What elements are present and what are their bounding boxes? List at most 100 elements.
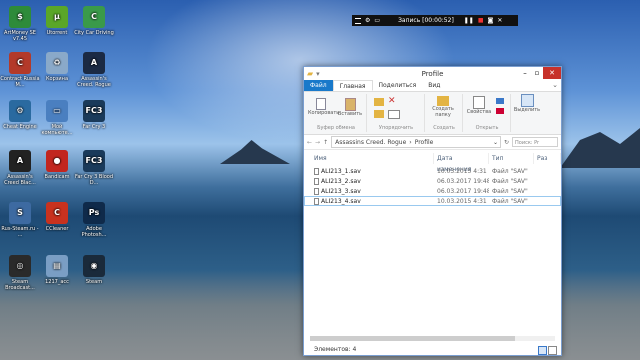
desktop-shortcut-label: Far Cry 3 Blood D...	[74, 174, 114, 186]
copy-to-icon[interactable]	[374, 110, 384, 118]
address-bar[interactable]: Assassins Creed. Rogue › Profile ⌄	[331, 136, 501, 148]
desktop-shortcut[interactable]: µ Utorrent	[37, 6, 77, 36]
copy-label: Копировать	[308, 110, 340, 116]
horizontal-scrollbar[interactable]	[310, 336, 555, 341]
new-folder-button[interactable]: Создать папку	[428, 96, 458, 118]
desktop-shortcut[interactable]: FC3 Far Cry 3 Blood D...	[74, 150, 114, 186]
properties-label: Свойства	[466, 109, 492, 115]
desktop-shortcut[interactable]: $ ArtMoney SE v7.45	[0, 6, 40, 42]
folder-1217-icon: ▤	[46, 255, 68, 277]
properties-icon	[473, 96, 485, 109]
window-icon[interactable]: ▭	[374, 17, 380, 24]
stop-icon[interactable]: ■	[478, 17, 484, 24]
file-name-cell: ALI213_3.sav	[304, 187, 434, 195]
file-type: Файл "SAV"	[492, 197, 528, 205]
column-size[interactable]: Раз	[534, 153, 561, 164]
file-type: Файл "SAV"	[492, 167, 528, 175]
desktop-shortcut[interactable]: Ps Adobe Photosh...	[74, 202, 114, 238]
copy-button[interactable]: Копировать	[308, 98, 339, 116]
file-row[interactable]: ALI213_2.sav 06.03.2017 19:48 Файл "SAV"	[304, 176, 561, 186]
close-button[interactable]: ✕	[543, 67, 561, 79]
delete-icon[interactable]: ✕	[388, 96, 396, 106]
column-name[interactable]: Имя	[304, 153, 434, 164]
desktop-shortcut[interactable]: ♻ Корзина	[37, 52, 77, 82]
tab-home[interactable]: Главная	[332, 80, 373, 91]
pause-icon[interactable]: ❚❚	[464, 17, 474, 24]
tab-view[interactable]: Вид	[422, 80, 446, 91]
desktop-shortcut[interactable]: A Assassin's Creed. Rogue	[74, 52, 114, 88]
desktop-shortcut[interactable]: ◎ Steam Broadcast...	[0, 255, 40, 291]
column-type[interactable]: Тип	[489, 153, 534, 164]
new-folder-icon	[437, 96, 449, 106]
clipboard-group-label: Буфер обмена	[317, 125, 355, 131]
file-date: 10.03.2015 4:31	[437, 167, 487, 175]
create-group-label: Создать	[433, 125, 455, 131]
back-icon[interactable]: ←	[307, 139, 312, 146]
file-row[interactable]: ALI213_1.sav 10.03.2015 4:31 Файл "SAV"	[304, 166, 561, 176]
desktop-shortcut[interactable]: ⚙ Cheat Engine	[0, 100, 40, 130]
select-label: Выделить	[513, 107, 541, 113]
file-row[interactable]: ALI213_3.sav 06.03.2017 19:48 Файл "SAV"	[304, 186, 561, 196]
desktop-shortcut[interactable]: ▭ Мой компьюте...	[37, 100, 77, 136]
rename-icon[interactable]	[388, 110, 400, 119]
scrollbar-thumb[interactable]	[310, 336, 515, 341]
ribbon-expand-icon[interactable]: ⌄	[552, 80, 561, 91]
utorrent-icon: µ	[46, 6, 68, 28]
address-row: ← → ↑ Assassins Creed. Rogue › Profile ⌄…	[304, 135, 561, 150]
select-button[interactable]: Выделить	[512, 94, 542, 113]
desktop-shortcut-label: Cheat Engine	[3, 124, 37, 130]
move-to-icon[interactable]	[374, 98, 384, 106]
settings-icon[interactable]: ⚙	[365, 17, 370, 24]
desktop-shortcut-label: ArtMoney SE v7.45	[4, 30, 36, 42]
open-icon[interactable]	[496, 98, 504, 104]
steam-icon: ◉	[83, 255, 105, 277]
desktop-shortcut[interactable]: C City Car Driving	[74, 6, 114, 36]
open-group-label: Открыть	[475, 125, 499, 131]
menu-icon[interactable]	[355, 17, 361, 24]
up-icon[interactable]: ↑	[323, 139, 328, 146]
edit-icon[interactable]	[496, 108, 504, 114]
paste-button[interactable]: Вставить	[336, 98, 364, 117]
paste-label: Вставить	[337, 111, 363, 117]
refresh-icon[interactable]: ↻	[504, 139, 509, 146]
desktop-shortcut-label: Корзина	[45, 76, 69, 82]
desktop-shortcut-label: Steam Broadcast...	[5, 279, 35, 291]
desktop-shortcut[interactable]: ◉ Steam	[74, 255, 114, 285]
close-icon[interactable]: ✕	[497, 17, 502, 24]
desktop-shortcut[interactable]: ▤ 1217_аcc	[37, 255, 77, 285]
city-car-driving-icon: C	[83, 6, 105, 28]
desktop-shortcut[interactable]: A Assassin's Creed Blac...	[0, 150, 40, 186]
desktop-shortcut[interactable]: C Contract Russia M...	[0, 52, 40, 88]
desktop-shortcut-label: Rus-Steam.ru - ...	[1, 226, 39, 238]
my-computer-icon: ▭	[46, 100, 68, 122]
forward-icon[interactable]: →	[315, 139, 320, 146]
search-input[interactable]: Поиск: Pr	[512, 137, 558, 147]
file-row-selected[interactable]: ALI213_4.sav 10.03.2015 4:31 Файл "SAV"	[304, 196, 561, 206]
minimize-button[interactable]: –	[519, 67, 531, 79]
large-icons-view-icon[interactable]	[548, 346, 557, 355]
desktop-shortcut[interactable]: ● Bandicam	[37, 150, 77, 180]
file-name: ALI213_1.sav	[321, 167, 361, 175]
path-segment-1[interactable]: Assassins Creed. Rogue	[335, 139, 406, 146]
camera-icon[interactable]: ◙	[488, 17, 494, 24]
file-date: 10.03.2015 4:31	[437, 197, 487, 205]
path-segment-2[interactable]: Profile	[415, 139, 434, 146]
tab-share[interactable]: Поделиться	[373, 80, 423, 91]
bandicam-icon: ●	[46, 150, 68, 172]
file-list: ALI213_1.sav 10.03.2015 4:31 Файл "SAV" …	[304, 166, 561, 206]
rus-steam-icon: S	[9, 202, 31, 224]
address-dropdown-icon[interactable]: ⌄	[493, 139, 500, 146]
clipboard-group: Копировать Вставить Буфер обмена	[306, 94, 367, 132]
desktop-shortcut[interactable]: FC3 Far Cry 3	[74, 100, 114, 130]
desktop-shortcut-label: Utorrent	[46, 30, 68, 36]
create-group: Создать папку Создать	[426, 94, 463, 132]
maximize-button[interactable]: ▫	[531, 67, 543, 79]
tab-file[interactable]: Файл	[304, 80, 333, 91]
properties-button[interactable]: Свойства	[466, 96, 492, 115]
details-view-icon[interactable]	[538, 346, 547, 355]
desktop-shortcut[interactable]: S Rus-Steam.ru - ...	[0, 202, 40, 238]
far-cry-3-blood-dragon-icon: FC3	[83, 150, 105, 172]
ccleaner-icon: C	[46, 202, 68, 224]
desktop-shortcut[interactable]: C CCleaner	[37, 202, 77, 232]
column-date[interactable]: Дата изменения	[434, 153, 489, 173]
